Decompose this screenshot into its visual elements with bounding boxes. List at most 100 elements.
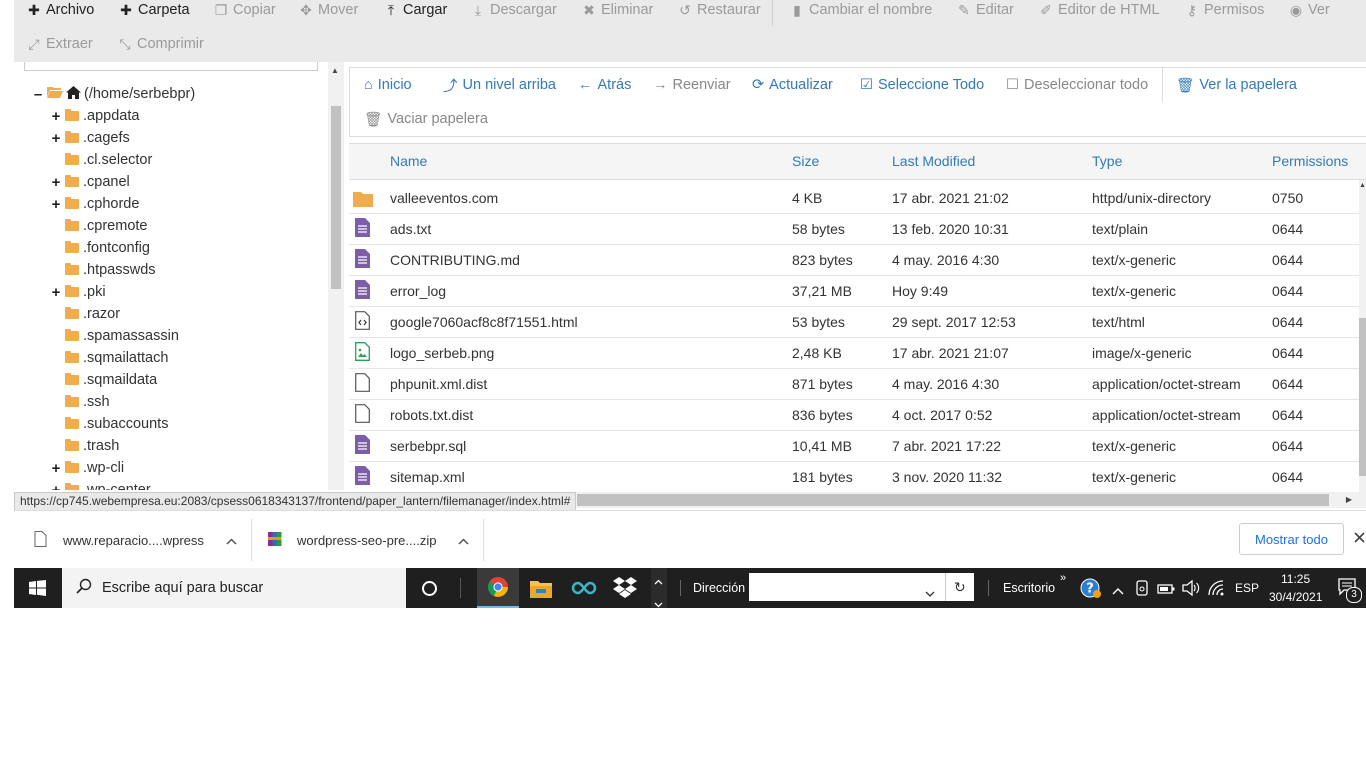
toolbar-ver-button[interactable]: ◉ Ver [1289, 0, 1330, 20]
collapse-icon[interactable]: – [32, 86, 44, 103]
tree-item[interactable]: + .cphorde [50, 194, 140, 214]
horizontal-scroll-thumb[interactable] [577, 494, 1329, 506]
scroll-up-icon[interactable]: ▲ [331, 66, 339, 75]
toolbar-comprimir-button[interactable]: ⤡ Comprimir [118, 34, 203, 54]
nav-un-nivel-arriba-button[interactable]: ⤴ Un nivel arriba [443, 75, 556, 95]
file-name[interactable]: robots.txt.dist [390, 407, 473, 423]
tree-item[interactable]: .htpasswds [50, 260, 156, 280]
expand-icon[interactable]: + [50, 108, 62, 125]
toolbar-editor-de-html-button[interactable]: ✐ Editor de HTML [1039, 0, 1159, 20]
table-scroll-thumb[interactable] [1359, 318, 1366, 476]
column-last-modified[interactable]: Last Modified [892, 153, 975, 169]
tree-item[interactable]: + .pki [50, 282, 106, 302]
file-name[interactable]: logo_serbeb.png [390, 345, 494, 361]
volume-icon[interactable] [1182, 579, 1200, 601]
table-row[interactable]: CONTRIBUTING.md 823 bytes 4 may. 2016 4:30… [349, 244, 1359, 276]
tree-scroll-thumb[interactable] [331, 106, 341, 289]
help-icon[interactable]: ? [1080, 578, 1102, 604]
taskbar-search[interactable]: Escribe aquí para buscar [62, 568, 406, 608]
nav-deseleccionar-todo-button[interactable]: ☐ Deseleccionar todo [1006, 75, 1148, 95]
table-row[interactable]: valleeventos.com 4 KB 17 abr. 2021 21:02 ht… [349, 182, 1359, 214]
tree-root[interactable]: – (/home/serbebpr) [32, 84, 195, 104]
toolbar-mover-button[interactable]: ✥ Mover [299, 0, 358, 20]
table-row[interactable]: serbebpr.sql 10,41 MB 7 abr. 2021 17:22 tex… [349, 430, 1359, 462]
tree-item[interactable]: + .appdata [50, 106, 140, 126]
cortana-icon[interactable] [421, 580, 438, 602]
clock-date[interactable]: 30/4/2021 [1269, 590, 1322, 604]
nav-inicio-button[interactable]: ⌂ Inicio [364, 75, 412, 95]
download-item-2[interactable]: wordpress-seo-pre....zip [267, 511, 469, 569]
toolbar-permisos-button[interactable]: ⚷ Permisos [1185, 0, 1265, 20]
file-name[interactable]: phpunit.xml.dist [390, 376, 487, 392]
tree-item[interactable]: .ssh [50, 392, 110, 412]
toolbar-descargar-button[interactable]: ⤓ Descargar [471, 0, 557, 20]
tree-item[interactable]: + .cagefs [50, 128, 130, 148]
table-row[interactable]: robots.txt.dist 836 bytes 4 oct. 2017 0:52… [349, 399, 1359, 431]
table-row[interactable]: logo_serbeb.png 2,48 KB 17 abr. 2021 21:07… [349, 337, 1359, 369]
scroll-right-icon[interactable]: ▶ [1346, 495, 1352, 504]
dropbox-icon[interactable] [613, 576, 637, 603]
nav-seleccione-todo-button[interactable]: ☑ Seleccione Todo [860, 75, 984, 95]
chrome-taskbar-button[interactable] [477, 568, 519, 608]
more-icon[interactable]: » [1060, 572, 1066, 584]
toolbar-carpeta-button[interactable]: ✚ Carpeta [119, 0, 189, 20]
chevron-up-icon[interactable] [1112, 582, 1124, 600]
download-item-1[interactable]: www.reparacio....wpress [34, 511, 237, 569]
language-indicator[interactable]: ESP [1235, 581, 1259, 595]
toolbar-cargar-button[interactable]: ⤒ Cargar [384, 0, 447, 20]
taskbar-scroll[interactable] [651, 568, 667, 608]
show-all-button[interactable]: Mostrar todo [1239, 523, 1344, 555]
battery-icon[interactable] [1157, 582, 1175, 600]
toolbar-archivo-button[interactable]: ✚ Archivo [27, 0, 94, 20]
chevron-up-icon[interactable] [654, 572, 663, 590]
infinity-app-icon[interactable] [571, 578, 597, 603]
file-name[interactable]: google7060acf8c8f71551.html [390, 314, 578, 330]
nav-actualizar-button[interactable]: ⟳ Actualizar [752, 75, 833, 95]
windows-start-icon[interactable] [29, 580, 46, 601]
toolbar-extraer-button[interactable]: ⤢ Extraer [27, 34, 92, 54]
table-row[interactable]: ads.txt 58 bytes 13 feb. 2020 10:31 text/pl… [349, 213, 1359, 245]
chevron-down-icon[interactable] [925, 584, 935, 602]
expand-icon[interactable]: + [50, 174, 62, 191]
file-name[interactable]: error_log [390, 283, 446, 299]
file-name[interactable]: serbebpr.sql [390, 438, 466, 454]
tree-item[interactable]: .razor [50, 304, 120, 324]
address-input[interactable]: ↻ [749, 573, 974, 601]
file-name[interactable]: sitemap.xml [390, 469, 465, 485]
wifi-icon[interactable] [1208, 580, 1225, 601]
file-name[interactable]: ads.txt [390, 221, 431, 237]
tree-item[interactable]: .sqmailattach [50, 348, 168, 368]
nav-reenviar-button[interactable]: → Reenviar [653, 75, 731, 95]
column-type[interactable]: Type [1092, 153, 1122, 169]
tree-item[interactable]: .subaccounts [50, 414, 168, 434]
tree-item[interactable]: + .cpanel [50, 172, 130, 192]
toolbar-cambiar-el-nombre-button[interactable]: ▮ Cambiar el nombre [790, 0, 932, 20]
tree-item[interactable]: .fontconfig [50, 238, 150, 258]
file-explorer-icon[interactable] [529, 577, 553, 604]
column-size[interactable]: Size [792, 153, 819, 169]
scroll-up-icon[interactable]: ▲ [1359, 182, 1366, 189]
toolbar-copiar-button[interactable]: ❐ Copiar [214, 0, 276, 20]
tree-item[interactable]: .trash [50, 436, 119, 456]
clock-time[interactable]: 11:25 [1281, 572, 1310, 586]
chevron-down-icon[interactable] [654, 595, 663, 613]
column-name[interactable]: Name [390, 153, 427, 169]
table-row[interactable]: error_log 37,21 MB Hoy 9:49 text/x-generic 0… [349, 275, 1359, 307]
expand-icon[interactable]: + [50, 196, 62, 213]
file-name[interactable]: valleeventos.com [390, 190, 498, 206]
expand-icon[interactable]: + [50, 284, 62, 301]
device-icon[interactable] [1135, 580, 1149, 601]
nav-ver-la-papelera-button[interactable]: 🗑 Ver la papelera [1176, 75, 1297, 95]
column-permissions[interactable]: Permissions [1272, 153, 1348, 169]
tree-search-box[interactable] [24, 62, 318, 71]
expand-icon[interactable]: + [50, 130, 62, 147]
tree-item[interactable]: .sqmaildata [50, 370, 157, 390]
tree-item[interactable]: + .wp-center [50, 480, 151, 490]
nav-atr-s-button[interactable]: ← Atrás [578, 75, 631, 95]
refresh-icon[interactable]: ↻ [954, 579, 966, 596]
nav-vaciar-papelera-button[interactable]: 🗑 Vaciar papelera [364, 109, 488, 129]
toolbar-eliminar-button[interactable]: ✖ Eliminar [582, 0, 653, 20]
tree-item[interactable]: + .wp-cli [50, 458, 124, 478]
table-row[interactable]: sitemap.xml 181 bytes 3 nov. 2020 11:32 tex… [349, 461, 1359, 493]
chevron-up-icon[interactable] [458, 533, 469, 548]
